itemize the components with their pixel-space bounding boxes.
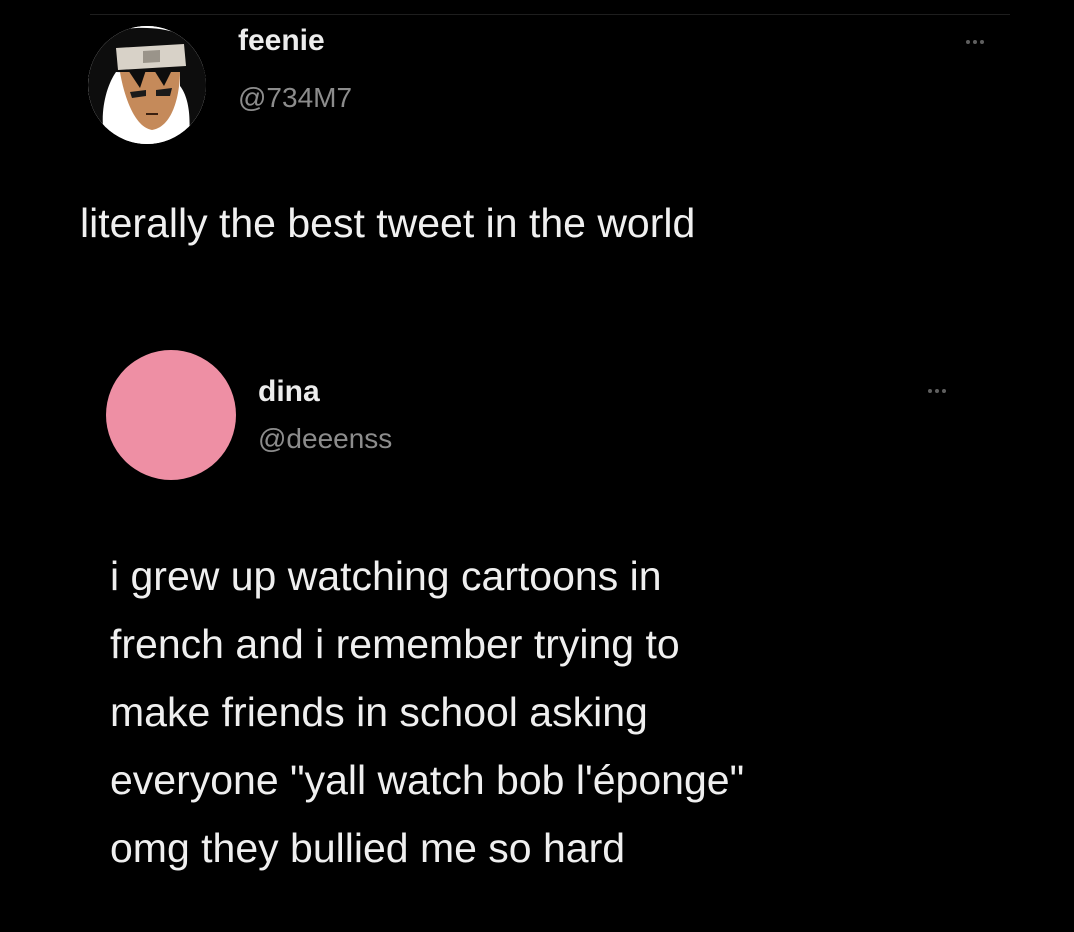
quoted-text-line: omg they bullied me so hard [110,825,626,871]
dot [928,389,932,393]
tweet-text: literally the best tweet in the world [80,200,696,246]
quoted-text-line: i grew up watching cartoons in [110,553,662,599]
top-divider [90,14,1010,15]
avatar[interactable] [88,26,206,144]
quoted-author-handle[interactable]: @deeenss [258,423,392,455]
quoted-more-options-icon[interactable] [928,389,946,393]
quoted-author-name[interactable]: dina [258,375,320,409]
anime-character-avatar-icon [88,26,206,144]
quoted-text-line: make friends in school asking [110,689,648,735]
dot [973,40,977,44]
dot [942,389,946,393]
quoted-text-line: everyone "yall watch bob l'éponge" [110,757,745,803]
author-name[interactable]: feenie [238,24,325,58]
dot [935,389,939,393]
quoted-avatar[interactable] [106,350,236,480]
author-handle[interactable]: @734M7 [238,82,352,114]
quoted-text-line: french and i remember trying to [110,621,680,667]
quoted-tweet-text: i grew up watching cartoons in french an… [110,542,1010,882]
dot [980,40,984,44]
dot [966,40,970,44]
more-options-icon[interactable] [966,40,984,44]
